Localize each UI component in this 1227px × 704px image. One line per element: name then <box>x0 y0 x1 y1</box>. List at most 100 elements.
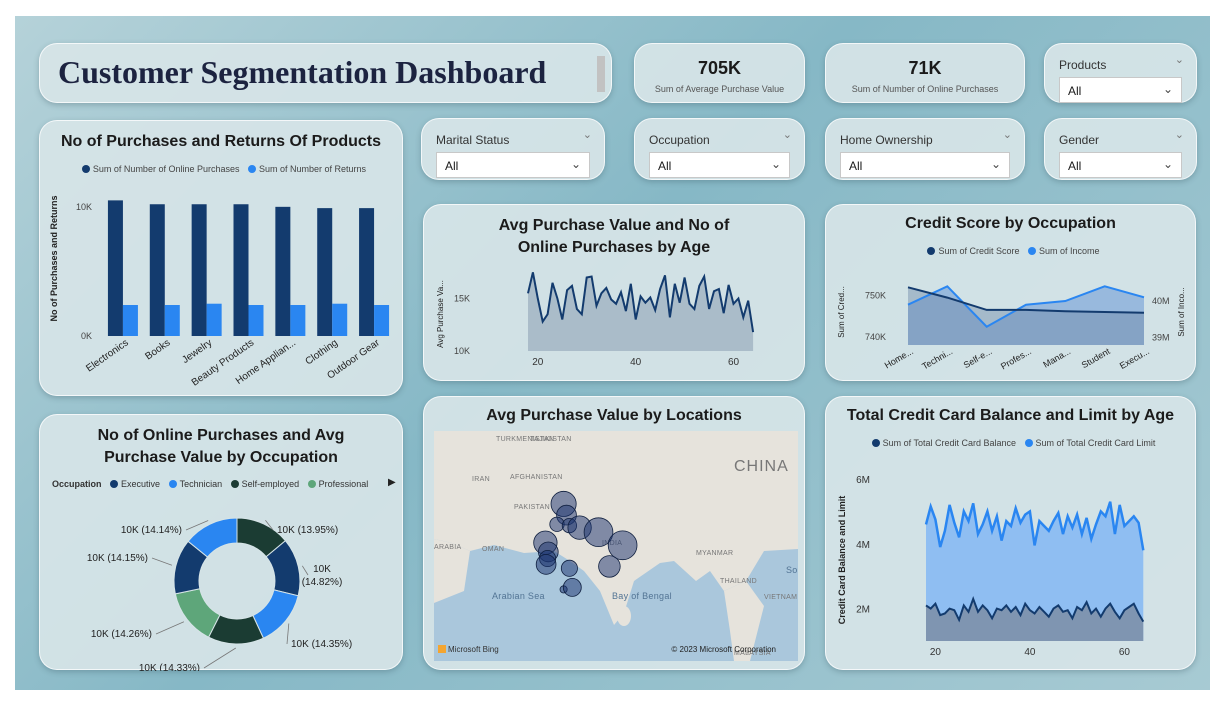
y-axis-label: Sum of Cred... <box>837 286 846 338</box>
x-tick-label: Execu... <box>1118 346 1151 371</box>
map-place-label: Bay of Bengal <box>612 591 672 601</box>
donut-data-label: 10K (14.14%) <box>121 525 182 536</box>
x-tick-label: Home... <box>883 346 915 370</box>
map-place-label: VIETNAM <box>764 594 797 601</box>
chevron-down-icon[interactable]: ⌄ <box>1003 128 1012 141</box>
page-title: Customer Segmentation Dashboard <box>58 54 547 90</box>
chevron-down-icon[interactable]: ⌄ <box>771 157 781 171</box>
y2-axis-label: Sum of Inco... <box>1177 287 1186 336</box>
y-axis-label: Avg Purchase Va... <box>436 280 445 348</box>
slicer-value: All <box>849 159 863 173</box>
bar-online-purchases <box>149 204 165 336</box>
x-tick-label: Jewelry <box>180 337 214 365</box>
donut-data-label: 10K (14.35%) <box>291 639 352 650</box>
map-land-sri-lanka <box>617 606 631 626</box>
slicer-marital-status[interactable]: Marital Status ⌄ All ⌄ <box>421 118 605 180</box>
credit-card-age-chart: Credit Card Balance and Limit 2M 4M 6M 20 40 6… <box>837 475 1145 658</box>
chevron-down-icon[interactable]: ⌄ <box>991 157 1001 171</box>
bar-online-purchases <box>107 200 123 336</box>
bar-online-purchases <box>317 208 333 336</box>
donut-data-label: 10K (13.95%) <box>277 525 338 536</box>
slicer-dropdown[interactable]: All ⌄ <box>840 152 1010 178</box>
chevron-down-icon[interactable]: ⌄ <box>1175 53 1184 66</box>
donut-data-label: 10K (14.26%) <box>91 629 152 640</box>
donut-data-label: 10K (14.33%) <box>139 663 200 671</box>
x-tick-label: Clothing <box>304 337 340 367</box>
slicer-value: All <box>445 159 459 173</box>
chevron-down-icon[interactable]: ⌄ <box>783 128 792 141</box>
slicer-value: All <box>1068 159 1082 173</box>
map-place-label: IRAN <box>472 476 490 483</box>
donut-leader-line <box>301 565 309 576</box>
map-place-label: THAILAND <box>720 578 757 585</box>
x-tick-label: Electronics <box>84 337 130 374</box>
slicer-gender[interactable]: Gender ⌄ All ⌄ <box>1044 118 1197 180</box>
chevron-down-icon[interactable]: ⌄ <box>1175 128 1184 141</box>
x-tick-label: 60 <box>728 357 740 368</box>
bar-returns <box>290 305 306 336</box>
avg-purchase-age-card: Avg Purchase Value and No of Online Purc… <box>423 204 805 381</box>
avg-purchase-area <box>528 272 754 351</box>
credit-occupation-chart: Sum of Cred... Sum of Inco... 750K 740K 40M 3… <box>837 285 1186 371</box>
slicer-label: Products <box>1059 58 1107 72</box>
x-tick-label: Mana... <box>1041 346 1072 370</box>
map-place-label: MYANMAR <box>696 550 733 557</box>
purchases-returns-card: No of Purchases and Returns Of Products … <box>39 120 403 396</box>
y-tick-label: 2M <box>856 605 870 616</box>
donut-leader-line <box>151 557 173 566</box>
y-tick-label: 6M <box>856 475 870 486</box>
x-tick-label: Self-e... <box>962 346 994 370</box>
locations-map[interactable]: TURKMENISTANTAJIKISTANAFGHANISTANIRANPAK… <box>434 431 798 661</box>
avg-purchase-age-chart: Avg Purchase Va... 10K 15K 20 40 60 <box>436 272 755 368</box>
chevron-down-icon[interactable]: ⌄ <box>1163 157 1173 171</box>
map-place-label: PAKISTAN <box>514 504 550 511</box>
purchases-returns-chart: No of Purchases and Returns 0K 10K Electron… <box>49 195 390 389</box>
map-place-label: Arabian Sea <box>492 591 545 601</box>
title-card: Customer Segmentation Dashboard <box>39 43 612 103</box>
y-tick-label: 4M <box>856 540 870 551</box>
bar-online-purchases <box>233 204 249 336</box>
map-bubble <box>598 555 621 578</box>
bar-returns <box>164 305 180 336</box>
map-place-label: TAJIKISTAN <box>530 436 572 443</box>
map-bubble <box>607 530 638 561</box>
donut-leader-line <box>203 647 237 669</box>
chart-title: Avg Purchase Value by Locations <box>486 407 742 424</box>
bar-returns <box>374 305 390 336</box>
slicer-label: Occupation <box>649 133 710 147</box>
title-accent-bar <box>597 56 605 92</box>
bar-online-purchases <box>275 206 291 336</box>
slicer-dropdown[interactable]: All ⌄ <box>436 152 590 178</box>
donut-leader-line <box>286 623 290 645</box>
x-tick-label: Books <box>143 337 172 362</box>
kpi-value: 705K <box>697 58 742 78</box>
chevron-down-icon[interactable]: ⌄ <box>571 157 581 171</box>
chevron-down-icon[interactable]: ⌄ <box>583 128 592 141</box>
x-tick-label: 20 <box>532 357 544 368</box>
y2-tick-label: 40M <box>1152 296 1170 306</box>
y-tick-label: 740K <box>865 332 886 342</box>
y-tick-label: 750K <box>865 291 886 301</box>
slicer-home-ownership[interactable]: Home Ownership ⌄ All ⌄ <box>825 118 1025 180</box>
map-bubble <box>535 554 557 575</box>
map-attribution: Microsoft Bing <box>448 645 499 654</box>
bar-returns <box>206 303 222 336</box>
slicer-occupation[interactable]: Occupation ⌄ All ⌄ <box>634 118 805 180</box>
map-place-label: OMAN <box>482 546 504 553</box>
x-tick-label: 20 <box>930 647 942 658</box>
y-tick-label: 0K <box>81 331 92 341</box>
x-tick-label: 40 <box>630 357 642 368</box>
map-copyright: © 2023 Microsoft Corporation <box>671 645 776 654</box>
slicer-dropdown[interactable]: All ⌄ <box>649 152 790 178</box>
credit-occupation-card: Credit Score by Occupation Sum of Credit… <box>825 204 1196 381</box>
dashboard-canvas: Customer Segmentation Dashboard 705K Sum… <box>15 16 1210 690</box>
slicer-dropdown[interactable]: All ⌄ <box>1059 77 1182 103</box>
donut-data-label: 10K (14.15%) <box>87 553 148 564</box>
map-place-label: AFGHANISTAN <box>510 474 563 481</box>
slicer-label: Gender <box>1059 133 1100 147</box>
slicer-dropdown[interactable]: All ⌄ <box>1059 152 1182 178</box>
y-tick-label: 15K <box>454 294 470 304</box>
chevron-down-icon[interactable]: ⌄ <box>1163 82 1173 96</box>
x-tick-label: 60 <box>1119 647 1131 658</box>
slicer-products[interactable]: Products ⌄ All ⌄ <box>1044 43 1197 103</box>
